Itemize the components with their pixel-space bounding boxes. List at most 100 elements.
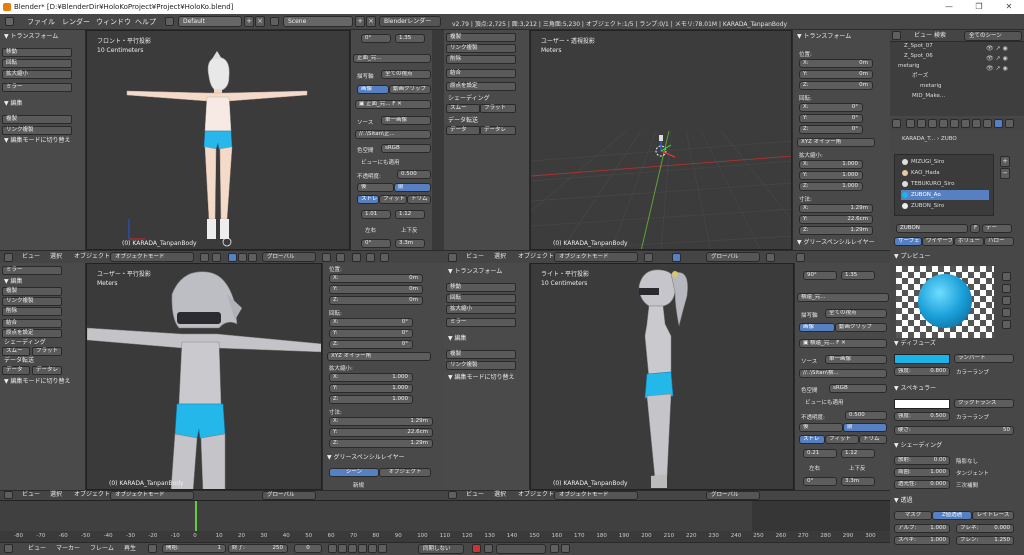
outliner-row[interactable]: ポーズ [912,72,928,81]
tool-link-duplicate-button-4[interactable]: リンク複製 [446,361,516,370]
scale-z-field[interactable]: Z: 1.000 [799,182,863,191]
location-z-field-2[interactable]: Z: 0m [329,296,423,305]
diffuse-shader-select[interactable]: ランバート [954,354,1014,363]
header-orientation-select-3[interactable]: グローバル [262,491,316,500]
bg-flip-y-checkbox[interactable]: 上下反 [401,226,418,234]
constraints-tab-icon[interactable] [961,119,970,128]
character-user-figure[interactable] [87,264,322,490]
prev-keyframe-icon[interactable] [338,544,347,553]
header-object-menu-3[interactable]: オブジェクト [74,491,110,499]
header-view-menu[interactable]: ビュー [22,253,40,261]
tool-delete-button[interactable]: 削除 [446,55,516,64]
rotation-z-field-2[interactable]: Z: 0° [329,340,413,349]
alpha-field[interactable]: アルフ: 1.000 [894,524,950,533]
close-button[interactable]: ✕ [994,0,1024,14]
bg-opacity-field[interactable]: 0.500 [397,170,431,179]
bg-back-button-2[interactable]: 後 [799,423,843,432]
bg-distance-field[interactable]: 3.3m [395,239,425,248]
tool-flat-button[interactable]: フラット [480,104,516,113]
viewport-right[interactable]: ライト・平行投影 10 Centimeters (0) KARADA_Tanpa… [530,263,794,490]
tool-mirror-button-2[interactable]: ミラー [2,266,62,275]
bg-flip-x-checkbox[interactable]: 左右 [365,226,376,234]
bg-offset-x-field[interactable]: 1.01 [361,210,391,219]
bg-image-datablock-2[interactable]: ▣ 横還_完... F ✕ [799,339,887,348]
view3d-editor-icon[interactable] [4,253,13,262]
viewport-shading-icon[interactable] [200,253,209,262]
jump-start-icon[interactable] [328,544,337,553]
scale-y-field[interactable]: Y: 1.000 [799,171,863,180]
outliner-row[interactable]: Z_Spot_07 [904,42,933,51]
scene-remove-button[interactable]: × [366,16,376,27]
header-mode-select[interactable]: オブジェクトモード [110,252,194,262]
outliner-editor-icon[interactable] [892,31,901,40]
timeline-marker-menu[interactable]: マーカー [56,545,80,553]
props-editor-icon[interactable] [892,119,901,128]
material-name-field[interactable]: ZUBON [896,224,968,233]
scale-y-field-2[interactable]: Y: 1.000 [329,384,413,393]
delete-keyframe-icon[interactable] [561,544,570,553]
bg-flip-y-checkbox-2[interactable]: 上下反 [849,464,866,472]
record-icon[interactable] [472,544,481,553]
bg-axis-select[interactable]: 全ての視点 [381,70,431,79]
snap-target-icon[interactable] [366,253,375,262]
current-frame-field[interactable]: 0 [294,544,322,553]
location-x-field[interactable]: X: 0m [799,59,873,68]
preview-header[interactable]: ▼ プレビュー [894,252,931,261]
header-mode-select-4[interactable]: オブジェクトモード [554,491,638,500]
next-keyframe-icon[interactable] [368,544,377,553]
material-slot[interactable]: MIZUGI_Siro [901,157,989,167]
specular-ramp-checkbox[interactable]: カラーランプ [956,413,989,421]
specular-header[interactable]: ▼ スペキュラー [894,384,936,393]
tool-edit-header-2[interactable]: ▼ 編集 [4,277,23,286]
grease-scene-button[interactable]: シーン [329,468,379,477]
hardness-field[interactable]: 硬さ: 50 [894,426,1014,435]
play-reverse-icon[interactable] [348,544,357,553]
header-mode-select-2[interactable]: オブジェクトモード [554,252,638,262]
ambient-field[interactable]: 周囲: 1.000 [894,468,950,477]
location-x-field-2[interactable]: X: 0m [329,274,423,283]
viewport-user-ortho[interactable]: ユーザー・平行投影 Meters (0) KARADA_TanpanBody [86,263,322,490]
dimensions-y-field-2[interactable]: Y: 22.6cm [329,428,433,437]
bg-tab-movieclip[interactable]: 動画クリップ [389,85,431,94]
scene-add-button[interactable]: + [355,16,365,27]
bg-stretch-button-2[interactable]: ストレ [799,435,825,444]
bg-opacity-field-2[interactable]: 0.500 [845,411,887,420]
screen-remove-button[interactable]: × [255,16,265,27]
modifiers-tab-icon[interactable] [972,119,981,128]
start-frame-field[interactable]: 開始: 1 [162,544,226,553]
menu-file[interactable]: ファイル [27,17,55,27]
bg-crop-button-2[interactable]: トリム [859,435,887,444]
view3d-editor-icon-4[interactable] [448,491,457,499]
bg-offset-y-field[interactable]: 1.12 [395,210,425,219]
layer-buttons-icon[interactable] [322,253,331,262]
tool-transform-header-2[interactable]: ▼ トランスフォーム [448,267,502,276]
play-icon[interactable] [358,544,367,553]
fake-user-button[interactable]: F [970,224,980,233]
specular-color-swatch[interactable] [894,399,950,409]
header-view-menu-3[interactable]: ビュー [22,491,40,499]
diffuse-header[interactable]: ▼ ディフューズ [894,339,936,348]
snap-icon[interactable] [352,253,361,262]
bg-image-name-2[interactable]: 横還_完... [797,293,889,302]
tool-delete-button-2[interactable]: 削除 [2,307,62,316]
timeline-editor-icon[interactable] [4,544,13,553]
header-mode-select-3[interactable]: オブジェクトモード [110,491,194,500]
insert-keyframe-icon[interactable] [550,544,559,553]
header-object-menu-2[interactable]: オブジェクト [518,253,554,261]
header-select-menu-4[interactable]: 選択 [494,491,506,499]
tool-rotate-button-2[interactable]: 回転 [446,294,516,303]
tab-surface[interactable]: サーフェ [894,237,922,246]
layer-buttons-2-icon[interactable] [336,253,345,262]
transparency-header[interactable]: ▼ 透過 [894,496,913,505]
tool-smooth-button[interactable]: スムー [446,104,480,113]
bg-offset-y-field-2[interactable]: 1.12 [841,449,875,458]
material-slot[interactable]: TEBUKURO_Siro [901,179,989,189]
snap-icon-2[interactable] [796,253,805,262]
preview-sphere-icon[interactable] [1002,272,1011,281]
tool-editmode-header-2[interactable]: ▼ 編集モードに切り替え [4,377,71,386]
scene-tab-icon[interactable] [928,119,937,128]
tool-scale-button-2[interactable]: 拡大縮小 [446,305,516,314]
bg-crop-button[interactable]: トリム [407,195,431,204]
scale-z-field-2[interactable]: Z: 1.000 [329,395,413,404]
location-y-field-2[interactable]: Y: 0m [329,285,423,294]
